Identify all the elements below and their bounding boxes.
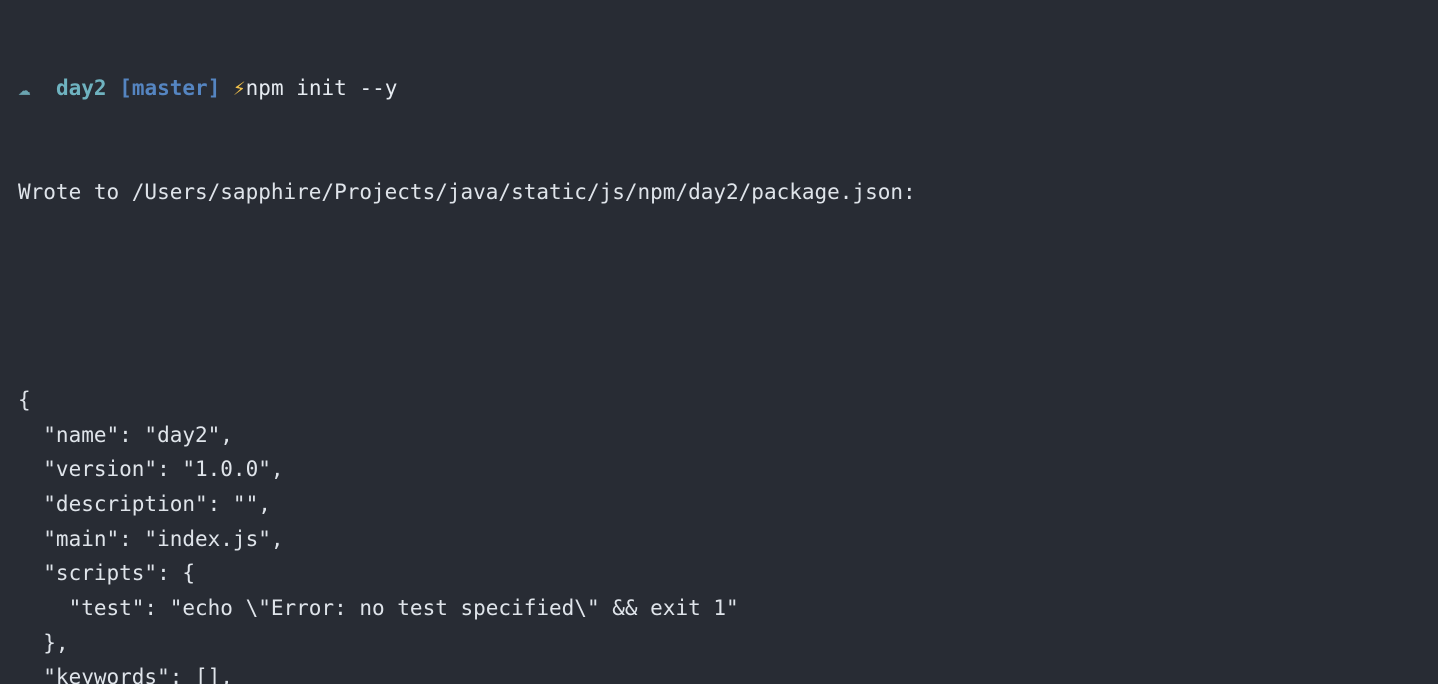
cloud-icon: ☁ — [18, 76, 31, 100]
terminal[interactable]: ☁ day2 [master] ⚡npm init --y Wrote to /… — [0, 0, 1438, 684]
output-wrote-line: Wrote to /Users/sapphire/Projects/java/s… — [18, 175, 1420, 210]
prompt-line-1: ☁ day2 [master] ⚡npm init --y — [18, 71, 1420, 106]
command-text: npm init --y — [246, 76, 398, 100]
prompt-dir: day2 — [56, 76, 107, 100]
output-blank — [18, 279, 1420, 314]
prompt-branch: [master] — [119, 76, 220, 100]
lightning-icon: ⚡ — [233, 76, 246, 100]
output-json: { "name": "day2", "version": "1.0.0", "d… — [18, 383, 1420, 684]
